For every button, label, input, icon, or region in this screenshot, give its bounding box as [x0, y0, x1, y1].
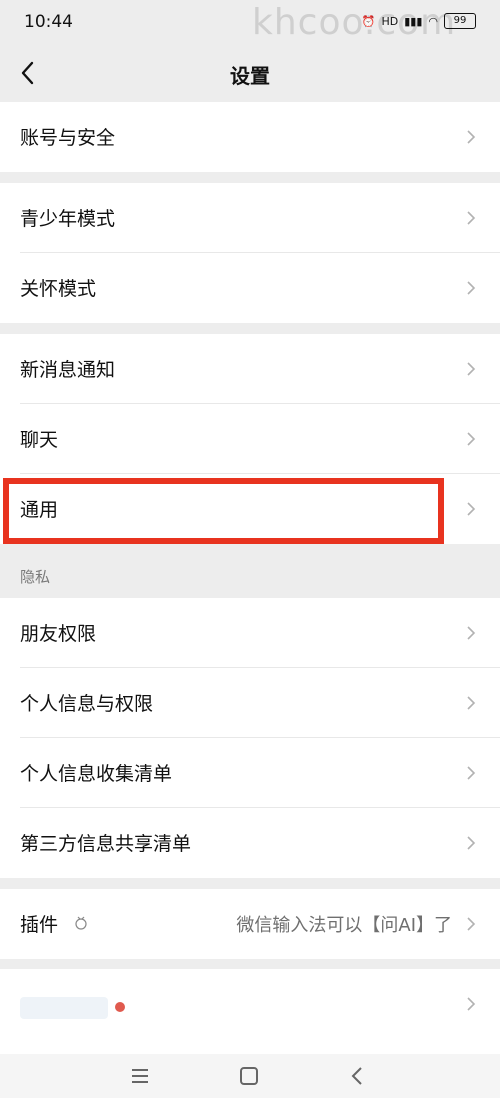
- wifi-icon: ◠: [428, 14, 438, 28]
- header: 设置: [0, 46, 500, 102]
- status-bar: 10:44 khcoo.com ⏰ HD ▮▮▮ ◠ 99: [0, 0, 500, 46]
- page-title: 设置: [230, 64, 270, 88]
- chevron-right-icon: [467, 626, 476, 640]
- settings-item-account-security[interactable]: 账号与安全: [0, 102, 500, 172]
- settings-item-label: 插件: [20, 914, 59, 936]
- plugin-badge-icon: [75, 916, 87, 930]
- chevron-right-icon: [467, 836, 476, 850]
- chevron-right-icon: [467, 502, 476, 516]
- battery-icon: 99: [444, 13, 476, 29]
- settings-item-teen-mode[interactable]: 青少年模式: [0, 183, 500, 253]
- chevron-right-icon: [467, 130, 476, 144]
- notification-dot: [115, 1002, 125, 1012]
- settings-item-care-mode[interactable]: 关怀模式: [0, 253, 500, 323]
- nav-back-icon[interactable]: [346, 1064, 370, 1088]
- settings-item-obscured[interactable]: [0, 969, 500, 1039]
- chevron-right-icon: [467, 696, 476, 710]
- settings-item-label: 朋友权限: [20, 623, 97, 645]
- chevron-right-icon: [467, 362, 476, 376]
- section-label-privacy: 隐私: [20, 568, 51, 586]
- settings-item-plugins[interactable]: 插件 微信输入法可以【问AI】了: [0, 889, 500, 959]
- chevron-right-icon: [467, 432, 476, 446]
- settings-item-label: 青少年模式: [20, 208, 116, 230]
- group-privacy: 朋友权限 个人信息与权限 个人信息收集清单 第三方信息共享清单: [0, 598, 500, 878]
- settings-item-personal-info-permissions[interactable]: 个人信息与权限: [0, 668, 500, 738]
- chevron-right-icon: [467, 917, 476, 931]
- settings-item-third-party-sharing[interactable]: 第三方信息共享清单: [0, 808, 500, 878]
- chevron-right-icon: [467, 766, 476, 780]
- settings-item-notifications[interactable]: 新消息通知: [0, 334, 500, 404]
- plugin-description: 微信输入法可以【问AI】了: [236, 915, 452, 936]
- group-plugin: 插件 微信输入法可以【问AI】了: [0, 889, 500, 959]
- settings-item-chat[interactable]: 聊天: [0, 404, 500, 474]
- settings-item-personal-info-collection[interactable]: 个人信息收集清单: [0, 738, 500, 808]
- menu-icon[interactable]: [128, 1064, 152, 1088]
- settings-item-label: 关怀模式: [20, 278, 97, 300]
- chevron-right-icon: [467, 997, 476, 1011]
- alarm-icon: ⏰: [361, 14, 376, 28]
- group-bottom: [0, 969, 500, 1054]
- settings-item-label: 个人信息收集清单: [20, 763, 173, 785]
- home-icon[interactable]: [237, 1064, 261, 1088]
- status-time: 10:44: [24, 12, 73, 32]
- settings-item-label: 新消息通知: [20, 359, 116, 381]
- settings-item-friend-permissions[interactable]: 朋友权限: [0, 598, 500, 668]
- status-icons: ⏰ HD ▮▮▮ ◠ 99: [362, 13, 476, 29]
- settings-item-label: 个人信息与权限: [20, 693, 154, 715]
- group-modes: 青少年模式 关怀模式: [0, 183, 500, 323]
- settings-item-label: 账号与安全: [20, 127, 116, 149]
- group-account: 账号与安全: [0, 102, 500, 172]
- blurred-label: [20, 997, 108, 1019]
- signal-icon: ▮▮▮: [404, 14, 423, 28]
- settings-item-label: 聊天: [20, 429, 59, 451]
- system-nav-bar: [0, 1054, 500, 1098]
- settings-item-label: 第三方信息共享清单: [20, 833, 192, 855]
- network-type-label: HD: [381, 14, 399, 28]
- chevron-right-icon: [467, 281, 476, 295]
- highlight-box: [3, 478, 444, 544]
- chevron-right-icon: [467, 211, 476, 225]
